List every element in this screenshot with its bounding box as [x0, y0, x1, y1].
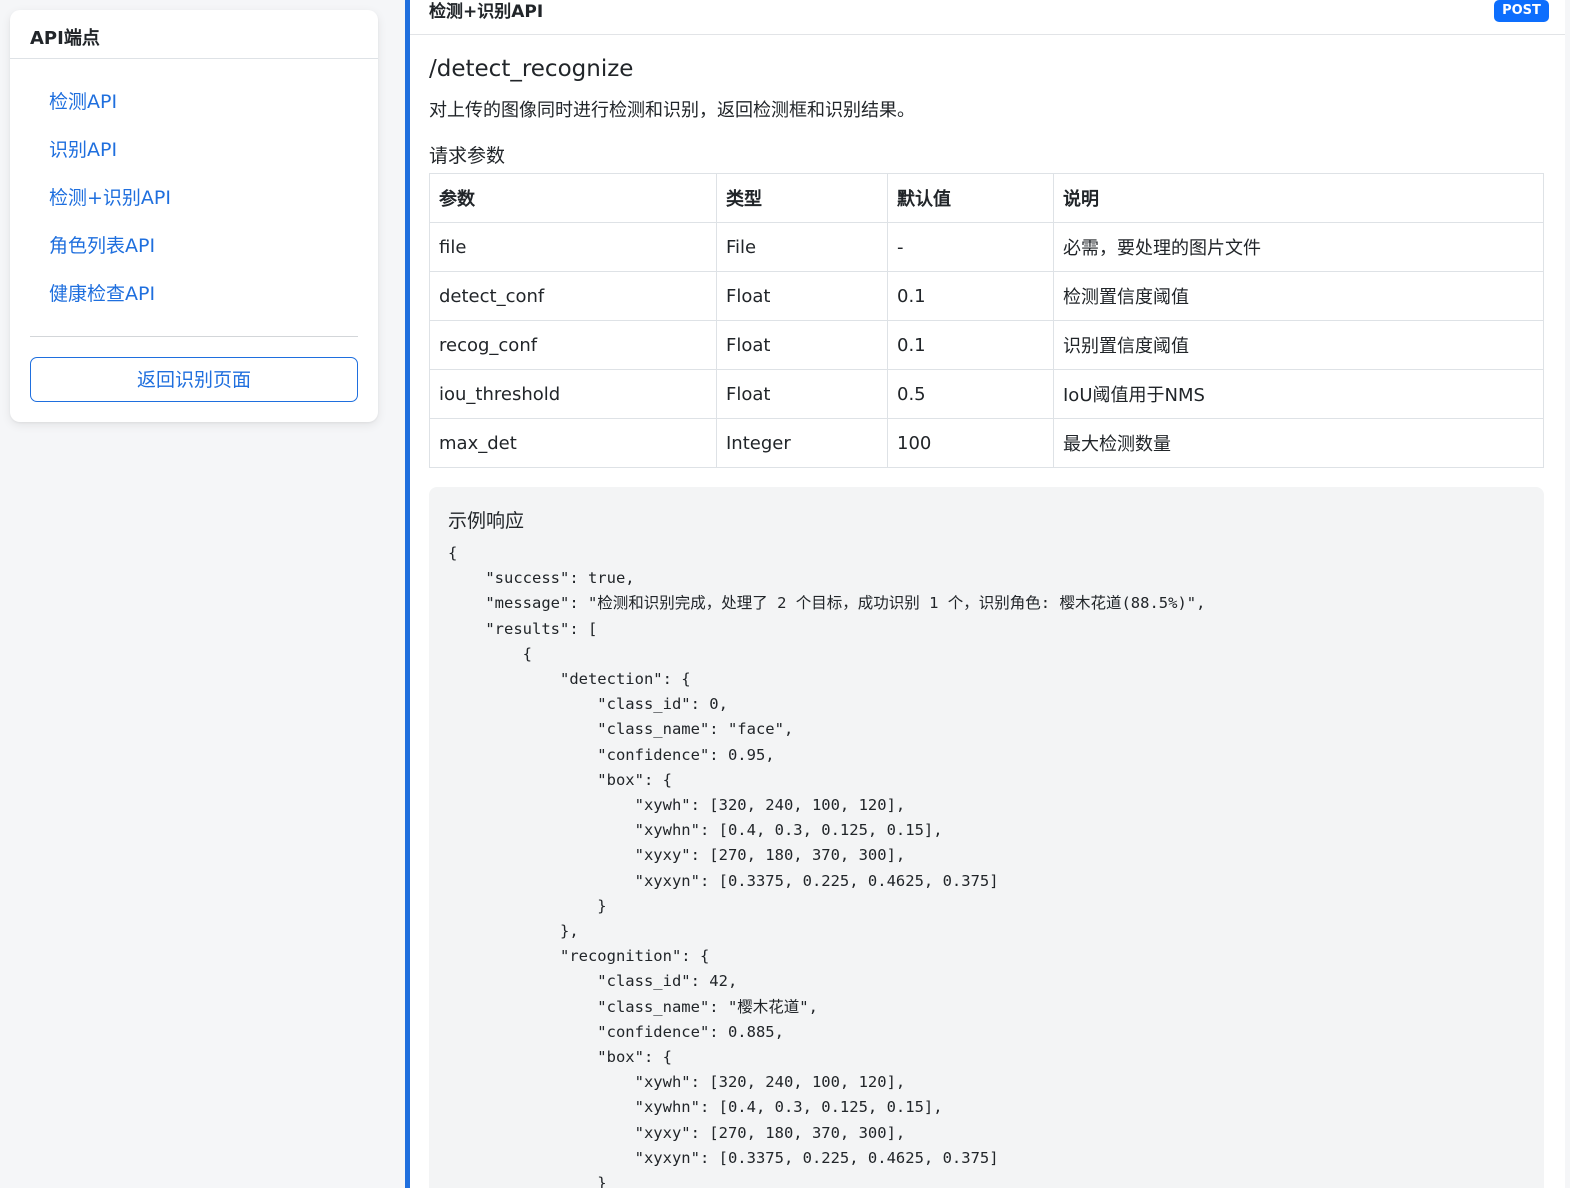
endpoint-card-header: 检测+识别API POST [410, 0, 1565, 35]
method-badge: POST [1494, 0, 1549, 22]
param-name-cell: file [429, 222, 717, 272]
param-default-cell: 100 [887, 418, 1054, 468]
endpoint-description: 对上传的图像同时进行检测和识别，返回检测框和识别结果。 [429, 100, 915, 121]
param-type-cell: Integer [716, 418, 888, 468]
sidebar-item-recognize-api[interactable]: 识别API [49, 135, 378, 183]
example-response-code: { "success": true, "message": "检测和识别完成，处… [448, 544, 1206, 1188]
column-header: 说明 [1053, 173, 1544, 223]
param-description-cell: 检测置信度阈值 [1053, 271, 1544, 321]
sidebar-divider [30, 336, 358, 337]
param-type-cell: Float [716, 320, 888, 370]
table-row: recog_conf Float 0.1 识别置信度阈值 [429, 320, 1544, 370]
param-type-cell: File [716, 222, 888, 272]
params-table: 参数 类型 默认值 说明 file File - 必需，要处理的图片文件 det… [429, 173, 1544, 468]
example-response-title: 示例响应 [448, 510, 525, 532]
endpoint-title: 检测+识别API [429, 2, 544, 22]
table-row: iou_threshold Float 0.5 IoU阈值用于NMS [429, 369, 1544, 419]
table-header-row: 参数 类型 默认值 说明 [429, 173, 1544, 223]
param-description-cell: 最大检测数量 [1053, 418, 1544, 468]
table-row: detect_conf Float 0.1 检测置信度阈值 [429, 271, 1544, 321]
param-type-cell: Float [716, 271, 888, 321]
param-default-cell: - [887, 222, 1054, 272]
sidebar-title: API端点 [10, 10, 378, 59]
param-name-cell: recog_conf [429, 320, 717, 370]
endpoint-path: /detect_recognize [429, 56, 634, 82]
column-header: 类型 [716, 173, 888, 223]
param-description-cell: 识别置信度阈值 [1053, 320, 1544, 370]
param-description-cell: IoU阈值用于NMS [1053, 369, 1544, 419]
param-name-cell: max_det [429, 418, 717, 468]
sidebar-item-health-check-api[interactable]: 健康检查API [49, 279, 378, 327]
column-header: 默认值 [887, 173, 1054, 223]
params-section-title: 请求参数 [429, 145, 506, 167]
sidebar-item-character-list-api[interactable]: 角色列表API [49, 231, 378, 279]
endpoint-card: 检测+识别API POST /detect_recognize 对上传的图像同时… [405, 0, 1565, 1188]
param-name-cell: iou_threshold [429, 369, 717, 419]
param-default-cell: 0.1 [887, 271, 1054, 321]
sidebar-item-detect-recognize-api[interactable]: 检测+识别API [49, 183, 378, 231]
param-name-cell: detect_conf [429, 271, 717, 321]
back-to-recognition-button[interactable]: 返回识别页面 [30, 357, 358, 402]
example-response-box: 示例响应 { "success": true, "message": "检测和识… [429, 487, 1544, 1188]
param-type-cell: Float [716, 369, 888, 419]
sidebar-nav: 检测API 识别API 检测+识别API 角色列表API 健康检查API [10, 59, 378, 327]
sidebar-item-detect-api[interactable]: 检测API [49, 87, 378, 135]
api-endpoints-sidebar: API端点 检测API 识别API 检测+识别API 角色列表API 健康检查A… [10, 10, 378, 422]
table-row: file File - 必需，要处理的图片文件 [429, 222, 1544, 272]
column-header: 参数 [429, 173, 717, 223]
param-default-cell: 0.1 [887, 320, 1054, 370]
param-default-cell: 0.5 [887, 369, 1054, 419]
param-description-cell: 必需，要处理的图片文件 [1053, 222, 1544, 272]
table-row: max_det Integer 100 最大检测数量 [429, 418, 1544, 468]
